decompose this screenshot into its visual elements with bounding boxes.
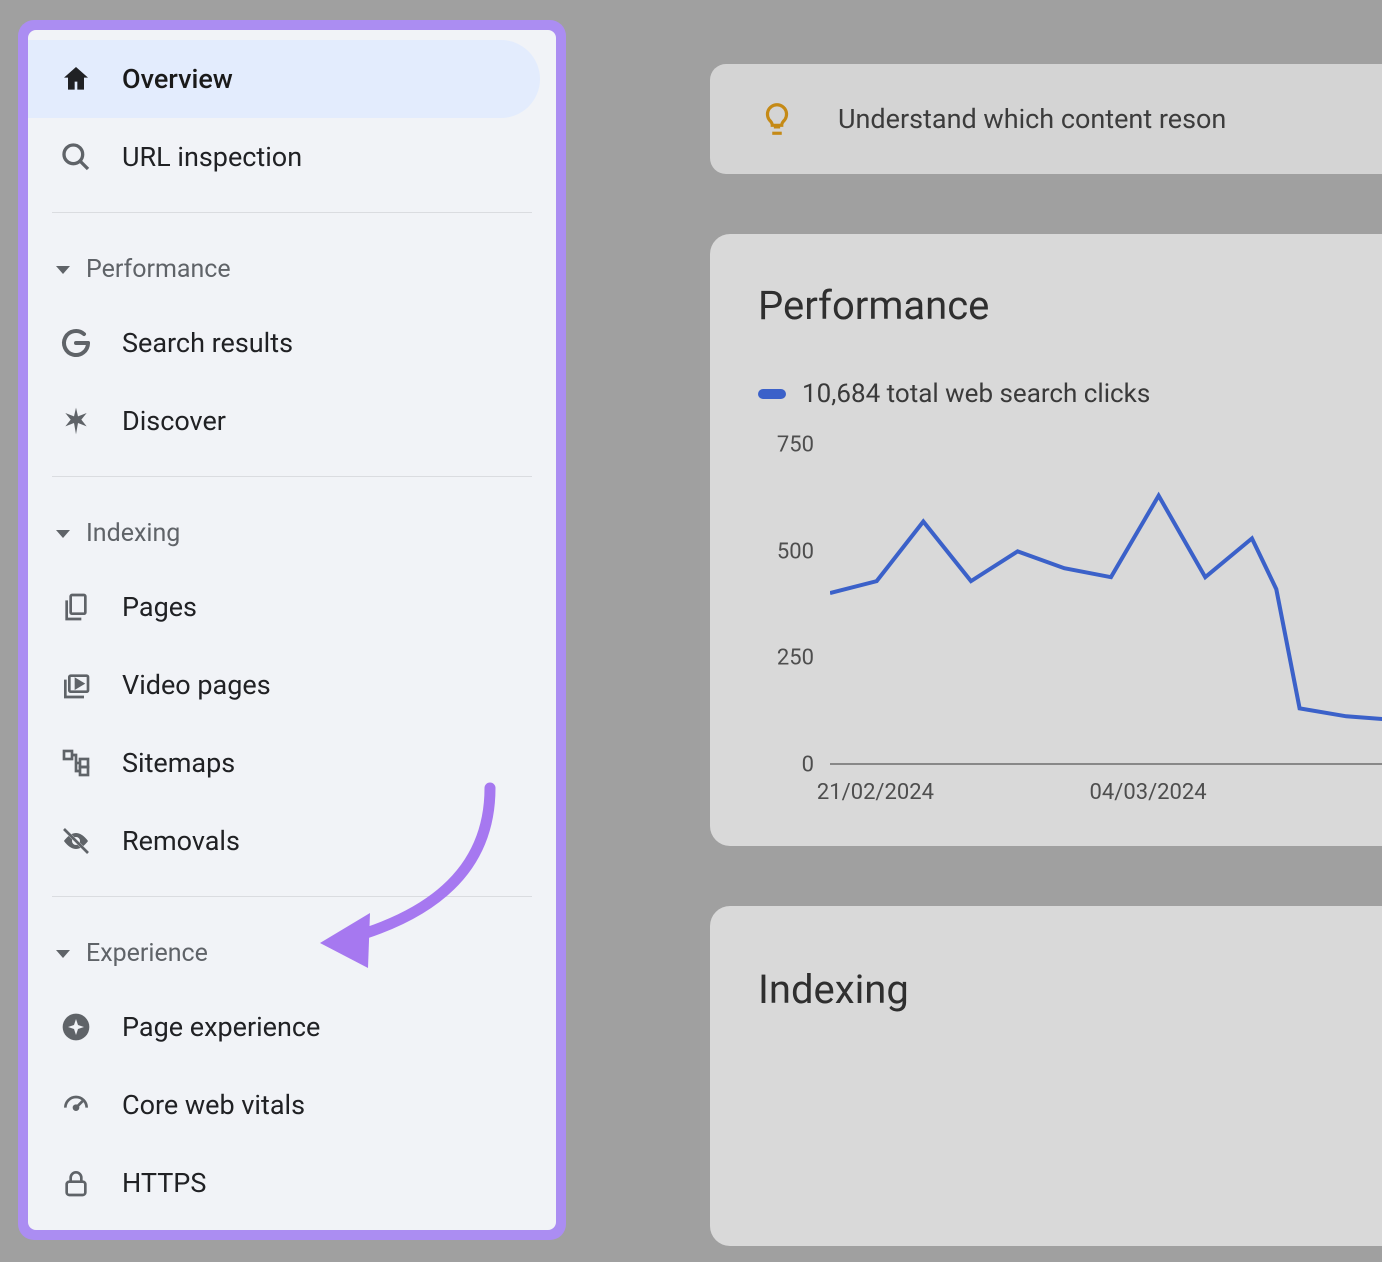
asterisk-icon <box>58 403 94 439</box>
sidebar-item-sitemaps[interactable]: Sitemaps <box>28 724 540 802</box>
divider <box>52 896 532 897</box>
section-title: Experience <box>86 939 208 968</box>
x-axis: 21/02/2024 04/03/2024 16 <box>830 771 1382 805</box>
section-header-performance[interactable]: Performance <box>28 229 556 304</box>
lightbulb-icon <box>758 100 796 138</box>
sidebar-item-label: Video pages <box>122 669 271 701</box>
section-title: Indexing <box>86 519 180 548</box>
indexing-title: Indexing <box>758 966 1382 1013</box>
sidebar-item-page-experience[interactable]: Page experience <box>28 988 540 1066</box>
caret-down-icon <box>56 950 70 958</box>
y-tick: 0 <box>802 753 814 778</box>
speed-icon <box>58 1087 94 1123</box>
y-tick: 250 <box>777 646 814 671</box>
sidebar: Overview URL inspection Performance Sear… <box>28 30 556 1230</box>
y-axis: 750 500 250 0 <box>758 445 822 765</box>
sidebar-item-label: Sitemaps <box>122 747 235 779</box>
sidebar-item-label: Page experience <box>122 1011 320 1043</box>
video-pages-icon <box>58 667 94 703</box>
sidebar-highlight-frame: Overview URL inspection Performance Sear… <box>18 20 566 1240</box>
sidebar-item-label: Pages <box>122 591 197 623</box>
caret-down-icon <box>56 530 70 538</box>
pages-icon <box>58 589 94 625</box>
performance-title: Performance <box>758 282 1382 329</box>
section-header-indexing[interactable]: Indexing <box>28 493 556 568</box>
sidebar-item-overview[interactable]: Overview <box>28 40 540 118</box>
sidebar-item-pages[interactable]: Pages <box>28 568 540 646</box>
sidebar-item-label: Removals <box>122 825 240 857</box>
y-tick: 500 <box>777 539 814 564</box>
sidebar-item-label: HTTPS <box>122 1167 206 1199</box>
sidebar-item-removals[interactable]: Removals <box>28 802 540 880</box>
sidebar-item-label: Discover <box>122 405 226 437</box>
y-tick: 750 <box>777 433 814 458</box>
performance-chart: 750 500 250 0 21/02/2024 04/03/2024 16 <box>758 445 1382 805</box>
sidebar-item-url-inspection[interactable]: URL inspection <box>28 118 540 196</box>
performance-card: Performance 10,684 total web search clic… <box>710 234 1382 846</box>
sidebar-item-https[interactable]: HTTPS <box>28 1144 540 1222</box>
eye-off-icon <box>58 823 94 859</box>
chart-line <box>830 496 1382 721</box>
x-tick: 21/02/2024 <box>817 780 934 805</box>
section-title: Performance <box>86 255 231 284</box>
lock-icon <box>58 1165 94 1201</box>
tip-text: Understand which content reson <box>838 103 1226 135</box>
sidebar-item-search-results[interactable]: Search results <box>28 304 540 382</box>
sidebar-item-label: Overview <box>122 63 233 95</box>
divider <box>52 212 532 213</box>
google-icon <box>58 325 94 361</box>
sitemap-icon <box>58 745 94 781</box>
sidebar-item-label: Search results <box>122 327 293 359</box>
search-icon <box>58 139 94 175</box>
sparkle-badge-icon <box>58 1009 94 1045</box>
home-icon <box>58 61 94 97</box>
x-tick: 04/03/2024 <box>1090 780 1207 805</box>
legend-swatch <box>758 389 786 399</box>
sidebar-item-video-pages[interactable]: Video pages <box>28 646 540 724</box>
tip-banner[interactable]: Understand which content reson <box>710 64 1382 174</box>
legend-label: 10,684 total web search clicks <box>802 379 1150 409</box>
chart-plot-area <box>830 445 1382 765</box>
sidebar-item-label: Core web vitals <box>122 1089 305 1121</box>
indexing-card: Indexing <box>710 906 1382 1246</box>
sidebar-item-discover[interactable]: Discover <box>28 382 540 460</box>
sidebar-item-label: URL inspection <box>122 141 302 173</box>
caret-down-icon <box>56 266 70 274</box>
divider <box>52 476 532 477</box>
chart-legend: 10,684 total web search clicks <box>758 379 1382 409</box>
section-header-experience[interactable]: Experience <box>28 913 556 988</box>
sidebar-item-core-web-vitals[interactable]: Core web vitals <box>28 1066 540 1144</box>
